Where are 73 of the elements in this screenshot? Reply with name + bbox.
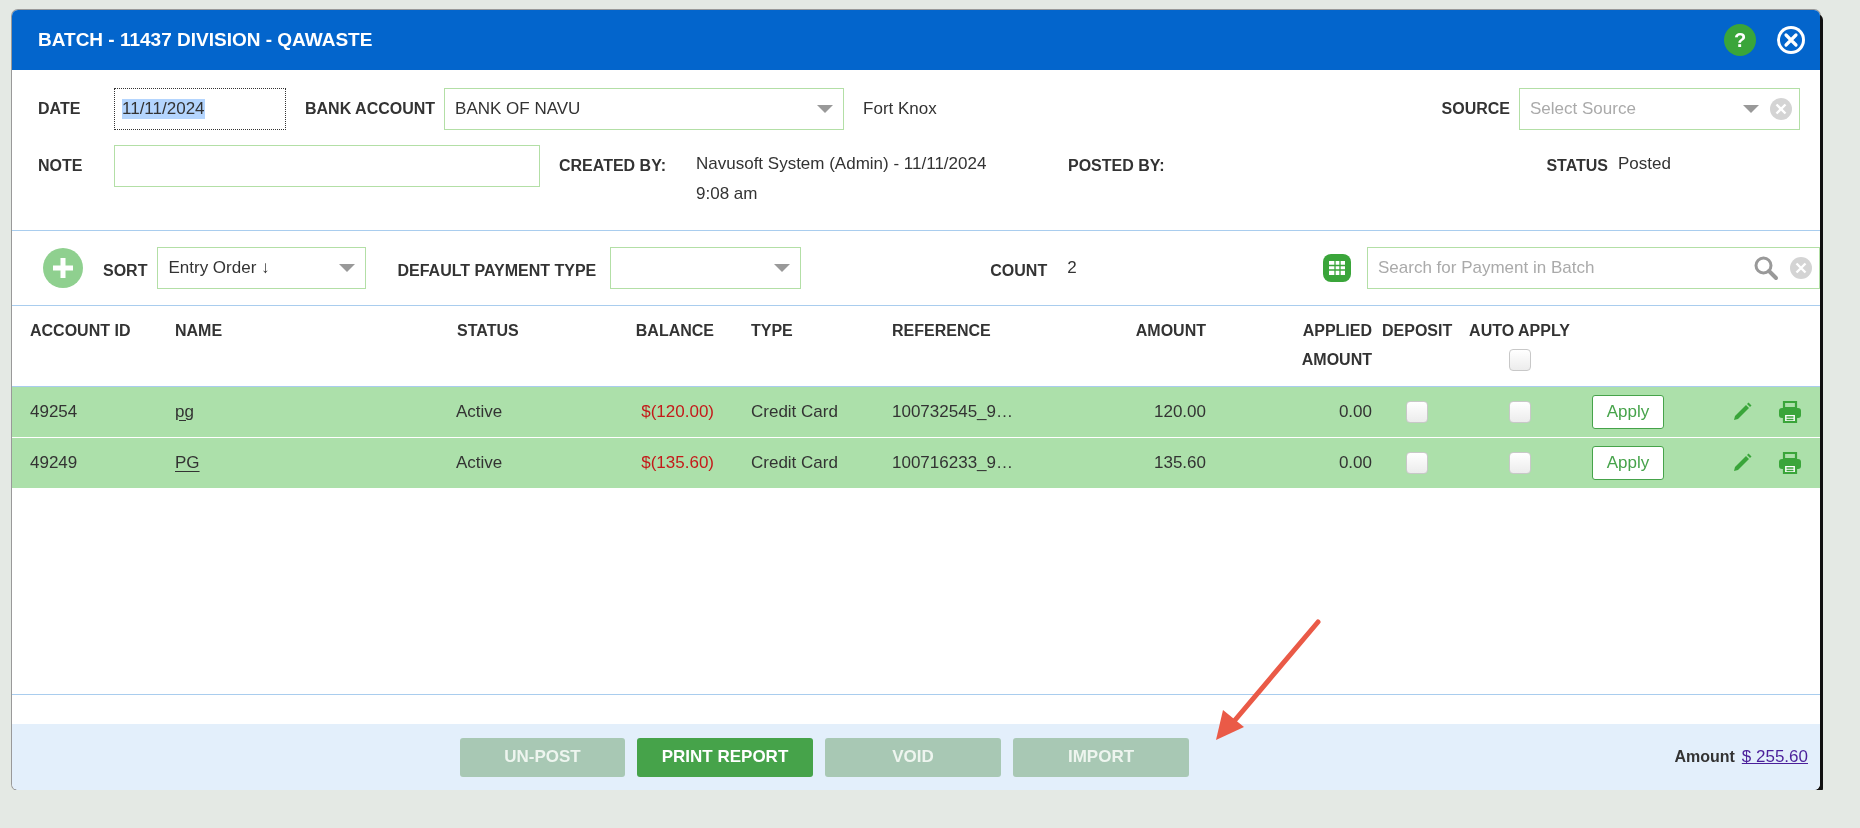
note-field[interactable] <box>114 145 540 187</box>
column-header: AMOUNT <box>1134 321 1206 341</box>
bank-account-select[interactable]: BANK OF NAVU <box>444 88 845 130</box>
table-cell-text: 135.60 <box>1153 453 1206 473</box>
name-link[interactable]: pg <box>175 402 194 421</box>
caret-icon[interactable] <box>817 105 834 113</box>
selected-row[interactable]: 49254 pg Active $(120.00) Credit Card 100732545_9… 120.00 0.00 Apply <box>12 387 1820 438</box>
clear-icon[interactable] <box>1769 97 1793 121</box>
pencil-icon[interactable] <box>1731 401 1753 423</box>
field-label: SOURCE <box>1441 100 1510 118</box>
table-cell-text: $(120.00) <box>640 402 714 422</box>
created-by-value: Navusoft System (Admin) - 11/11/2024 9:08 am <box>696 153 988 205</box>
table-cell-text: 100732545_9… <box>892 402 1014 422</box>
table-cell-text: 120.00 <box>1153 402 1206 422</box>
source-select[interactable]: Select Source <box>1519 88 1800 130</box>
search-icon[interactable] <box>1753 255 1779 281</box>
close-icon[interactable] <box>1776 25 1806 55</box>
checkbox[interactable] <box>1508 452 1531 474</box>
table-cell-text: Credit Card <box>750 453 839 473</box>
checkbox[interactable] <box>1406 401 1428 423</box>
status-value: Posted <box>1618 154 1672 174</box>
total-amount-link[interactable]: $ 255.60 <box>1741 747 1808 767</box>
caret-icon[interactable] <box>1743 105 1759 113</box>
table-cell-text: 0.00 <box>1337 453 1372 473</box>
field-label: BANK ACCOUNT <box>305 100 436 118</box>
checkbox[interactable] <box>1508 401 1531 423</box>
column-header: TYPE <box>750 321 794 341</box>
column-header: ACCOUNT ID <box>30 321 132 341</box>
date-field[interactable]: 11/11/2024 <box>114 88 286 130</box>
payment-type-select[interactable] <box>610 247 802 289</box>
printer-icon[interactable] <box>1777 400 1803 424</box>
field-label: STATUS <box>1546 157 1608 175</box>
field-label: COUNT <box>990 261 1048 280</box>
clear-icon[interactable] <box>1789 256 1813 280</box>
column-header: NAME <box>175 321 224 341</box>
column-header: REFERENCE <box>892 321 992 341</box>
printer-icon[interactable] <box>1777 451 1803 475</box>
selected-row[interactable]: 49249 PG Active $(135.60) Credit Card 100716233_9… 135.60 0.00 Apply <box>12 438 1820 489</box>
table-cell-text: Credit Card <box>750 402 839 422</box>
column-header: AUTO APPLY <box>1469 321 1570 341</box>
table-cell-text: 49249 <box>30 453 79 473</box>
add-icon[interactable] <box>43 248 83 288</box>
column-header: DEPOSIT <box>1381 321 1454 341</box>
field-label: SORT <box>103 261 148 280</box>
column-header: APPLIED AMOUNT <box>1300 321 1372 370</box>
window-title: BATCH - 11437 DIVISION - QAWASTE <box>38 29 374 51</box>
table-cell-text: Active <box>456 453 504 473</box>
total-label: Amount <box>1674 748 1735 766</box>
caret-icon[interactable] <box>339 264 356 272</box>
checkbox[interactable] <box>1406 452 1428 474</box>
table-cell-text: 100716233_9… <box>892 453 1014 473</box>
name-link[interactable]: PG <box>175 453 200 472</box>
table-cell-text: 0.00 <box>1337 402 1372 422</box>
search-input[interactable]: Search for Payment in Batch <box>1378 258 1743 278</box>
column-header: BALANCE <box>634 321 714 341</box>
field-label: CREATED BY: <box>559 157 667 175</box>
checkbox[interactable] <box>1508 349 1531 371</box>
column-header: STATUS <box>456 321 520 341</box>
field-label: DEFAULT PAYMENT TYPE <box>397 261 597 280</box>
bank-name: Fort Knox <box>863 99 938 119</box>
sort-select[interactable]: Entry Order ↓ <box>157 247 367 289</box>
field-label: DATE <box>38 100 82 118</box>
field-label: NOTE <box>38 157 84 175</box>
table-cell-text: Active <box>456 402 504 422</box>
caret-icon[interactable] <box>774 264 791 272</box>
field-label: POSTED BY: <box>1068 157 1166 175</box>
spreadsheet-icon[interactable] <box>1322 253 1352 283</box>
pencil-icon[interactable] <box>1731 452 1753 474</box>
source-input[interactable]: Select Source <box>1530 99 1733 119</box>
search-field[interactable]: Search for Payment in Batch <box>1367 247 1820 289</box>
table-cell-text: 49254 <box>30 402 79 422</box>
table-cell-text: $(135.60) <box>640 453 714 473</box>
count-value: 2 <box>1067 258 1078 278</box>
